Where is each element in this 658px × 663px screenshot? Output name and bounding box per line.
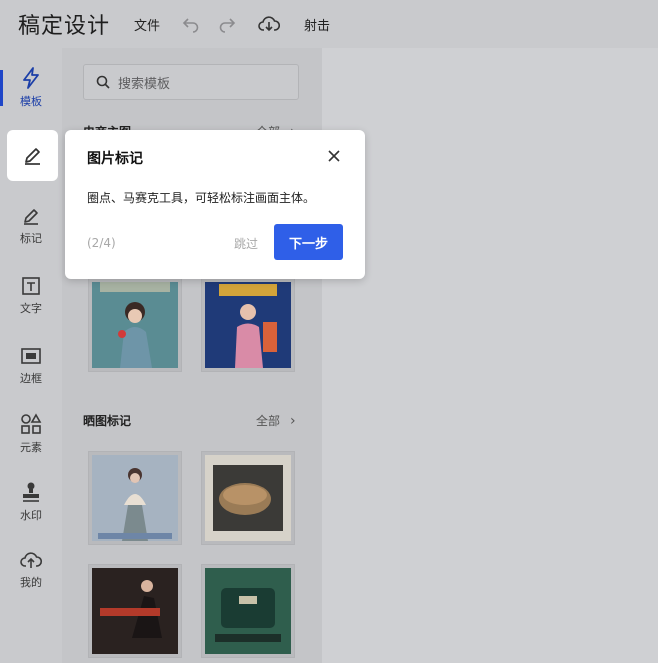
template-thumb-showcase-2[interactable] (201, 451, 295, 545)
stamp-icon (23, 482, 39, 502)
app-logo[interactable]: 稿定设计 (18, 8, 110, 40)
top-bar: 稿定设计 文件 射击 (0, 0, 658, 48)
chevron-right-icon: › (290, 412, 296, 429)
onboarding-popup: 图片标记 圈点、马赛克工具，可轻松标注画面主体。 (2/4) 跳过 下一步 (65, 130, 365, 279)
template-thumb-showcase-4[interactable] (201, 564, 295, 658)
rail-label-text: 文字 (20, 302, 42, 315)
text-icon (22, 277, 40, 295)
rail-item-frame[interactable]: 边框 (0, 336, 62, 396)
rail-item-text[interactable]: 文字 (0, 266, 62, 326)
rail-item-elements[interactable]: 元素 (0, 404, 62, 464)
menu-file[interactable]: 文件 (134, 15, 160, 34)
search-icon (96, 75, 110, 89)
rail-label-mine: 我的 (20, 576, 42, 589)
close-icon[interactable] (327, 148, 341, 167)
template-thumb-showcase-3[interactable] (88, 564, 182, 658)
shapes-icon (21, 413, 42, 434)
menu-shoot[interactable]: 射击 (304, 15, 330, 34)
rail-label-elements: 元素 (20, 441, 42, 454)
skip-button[interactable]: 跳过 (234, 235, 258, 252)
next-step-button[interactable]: 下一步 (274, 224, 343, 260)
section-title-showcase: 晒图标记 (83, 414, 132, 428)
search-placeholder: 搜索模板 (118, 76, 171, 92)
template-thumb-showcase-1[interactable] (88, 451, 182, 545)
rail-label-templates: 模板 (20, 95, 42, 108)
undo-icon[interactable] (182, 15, 200, 33)
rail-item-label-mark[interactable]: 标记 (0, 196, 62, 256)
rail-item-mark-highlight[interactable] (7, 130, 58, 181)
rail-label-mark: 标记 (20, 232, 42, 245)
redo-icon[interactable] (218, 15, 236, 33)
section-more-label: 全部 (256, 414, 281, 428)
rail-label-watermark: 水印 (20, 509, 42, 522)
lightning-icon (23, 67, 39, 89)
rail-label-frame: 边框 (20, 372, 42, 385)
pen-icon (24, 209, 38, 225)
search-input[interactable]: 搜索模板 (83, 64, 299, 100)
popup-step-counter: (2/4) (87, 236, 116, 250)
rail-item-templates[interactable]: 模板 (0, 58, 62, 118)
section-more-showcase[interactable]: 全部 › (256, 412, 296, 429)
rail-item-mine[interactable]: 我的 (0, 540, 62, 600)
pen-icon (24, 147, 40, 165)
rail-item-watermark[interactable]: 水印 (0, 472, 62, 532)
frame-icon (21, 348, 41, 364)
template-thumb-ecommerce-2[interactable] (201, 278, 295, 372)
popup-description: 圈点、马赛克工具，可轻松标注画面主体。 (87, 191, 316, 205)
canvas-area[interactable] (322, 48, 658, 663)
popup-title: 图片标记 (87, 151, 143, 167)
cloud-upload-icon (20, 552, 43, 568)
template-thumb-ecommerce-1[interactable] (88, 278, 182, 372)
cloud-download-icon[interactable] (258, 15, 281, 33)
